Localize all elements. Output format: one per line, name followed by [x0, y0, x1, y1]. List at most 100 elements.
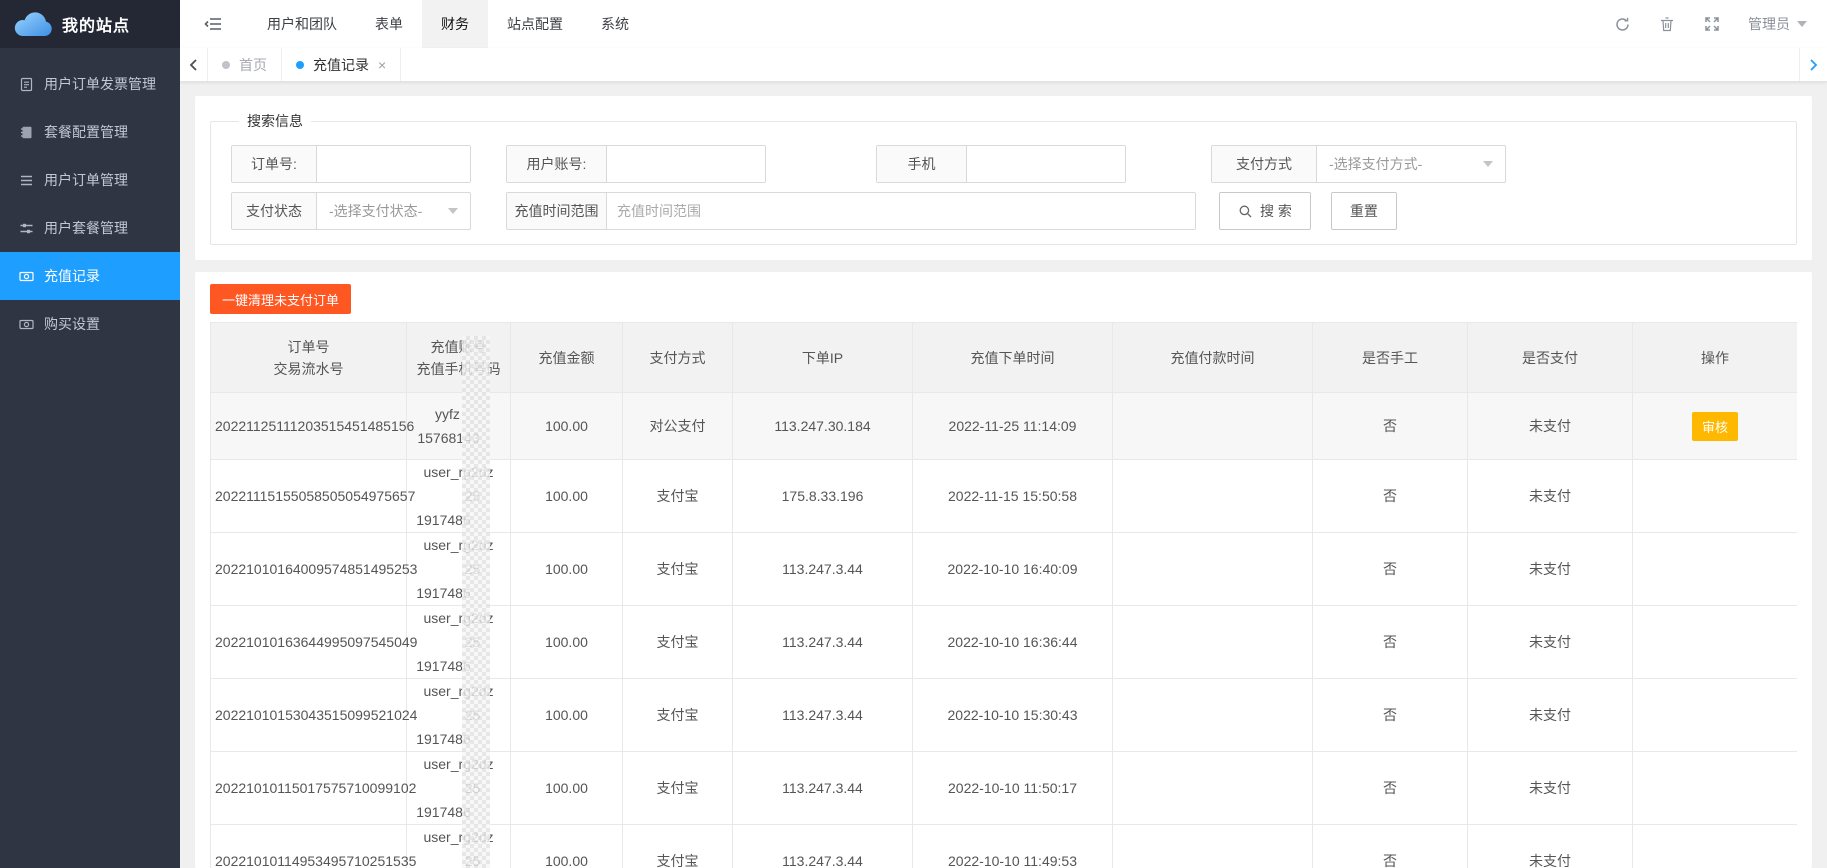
tab-label: 首页	[239, 56, 267, 73]
tab-label: 充值记录	[313, 56, 369, 73]
cell-account: user_rg2dz25 1917486	[406, 459, 511, 533]
col-manual: 是否手工	[1312, 322, 1468, 393]
cloud-logo-icon	[12, 10, 54, 38]
sidebar: 我的站点 用户订单发票管理 套餐配置管理 用户订单管理 用户套餐管理 充值记录 …	[0, 0, 180, 868]
time-range-input[interactable]	[607, 193, 1195, 229]
cell-pay-status: 未支付	[1467, 824, 1633, 868]
cell-manual: 否	[1312, 605, 1468, 679]
tabs-scroll-left-icon[interactable]	[180, 48, 208, 81]
table-row: 20221115155058505054975657 user_rg2dz25 …	[210, 459, 1797, 533]
cell-order-time: 2022-11-25 11:14:09	[912, 392, 1113, 460]
topnav-label: 系统	[601, 16, 629, 32]
tab-recharge-records[interactable]: 充值记录 ×	[282, 48, 402, 81]
recharge-table: 订单号 交易流水号 充值账号 充值手机号码 充值金额 支付方式 下单IP 充值下单时…	[210, 322, 1797, 868]
sidebar-item-label: 用户订单发票管理	[44, 76, 156, 92]
banknote-icon	[18, 316, 34, 332]
cell-manual: 否	[1312, 751, 1468, 825]
cell-ip: 113.247.3.44	[732, 678, 913, 752]
screen: 我的站点 用户订单发票管理 套餐配置管理 用户订单管理 用户套餐管理 充值记录 …	[0, 0, 1827, 868]
cell-ip: 113.247.30.184	[732, 392, 913, 460]
cell-ip: 175.8.33.196	[732, 459, 913, 533]
redacted-text	[471, 660, 501, 674]
account-line1: user_rg2dz25	[423, 464, 494, 504]
cell-pay-status: 未支付	[1467, 751, 1633, 825]
user-account-input[interactable]	[607, 146, 765, 182]
topnav-item-site-config[interactable]: 站点配置	[488, 0, 582, 48]
cell-pay-time	[1112, 532, 1313, 606]
tabs-scroll-right-icon[interactable]	[1799, 48, 1827, 81]
invoice-doc-icon	[18, 76, 34, 92]
cell-order-time: 2022-10-10 11:50:17	[912, 751, 1113, 825]
cell-account: user_rg2dz25 1917486	[406, 824, 511, 868]
sidebar-item-user-package[interactable]: 用户套餐管理	[0, 204, 180, 252]
topnav-label: 财务	[441, 16, 469, 32]
cell-amount: 100.00	[510, 605, 623, 679]
phone-group: 手机	[876, 145, 1126, 183]
fullscreen-icon[interactable]	[1703, 15, 1721, 33]
cell-pay-status: 未支付	[1467, 605, 1633, 679]
cell-ip: 113.247.3.44	[732, 605, 913, 679]
sidebar-item-label: 充值记录	[44, 268, 100, 284]
topbar-right: 管理员	[1613, 14, 1827, 34]
user-account-group: 用户账号:	[506, 145, 766, 183]
account-line1: user_rg2dz25	[423, 610, 494, 650]
table-panel: 一键清理未支付订单 订单号 交易流水号 充值账号 充值手机号码 充值金额 支付方…	[195, 272, 1812, 868]
sidebar-item-recharge-records[interactable]: 充值记录	[0, 252, 180, 300]
logo: 我的站点	[0, 0, 180, 48]
topnav-item-system[interactable]: 系统	[582, 0, 648, 48]
cell-manual: 否	[1312, 532, 1468, 606]
col-pay-status: 是否支付	[1467, 322, 1633, 393]
account-line2: 1917486	[411, 800, 506, 824]
account-line2: 15768143	[411, 426, 506, 450]
time-range-group: 充值时间范围	[506, 192, 1196, 230]
main-area: 用户和团队 表单 财务 站点配置 系统 管理员 首页 充值记录 × 搜索信息 订…	[180, 0, 1827, 868]
search-button[interactable]: 搜 索	[1219, 192, 1311, 230]
phone-label: 手机	[877, 146, 967, 182]
sidebar-item-label: 用户套餐管理	[44, 220, 128, 236]
cell-order-no: 20221115155058505054975657	[210, 459, 415, 533]
account-line1: yyfz	[411, 402, 506, 426]
search-row-2: 支付状态 -选择支付状态- 充值时间范围 充值时间范围 搜 索 重置	[231, 192, 1796, 230]
order-no-input[interactable]	[317, 146, 470, 182]
cell-account: user_rg2dz25 1917486	[406, 605, 511, 679]
tab-close-icon[interactable]: ×	[378, 58, 386, 72]
caret-down-icon	[1483, 161, 1493, 167]
content: 搜索信息 订单号: 用户账号: 手机 支付方式 -选择支付方式- 支付状态 -选…	[180, 82, 1827, 868]
redacted-text	[437, 855, 465, 868]
pay-type-label: 支付方式	[1212, 146, 1317, 182]
order-no-group: 订单号:	[231, 145, 471, 183]
book-icon	[18, 124, 34, 140]
pay-type-select[interactable]: -选择支付方式-	[1317, 146, 1505, 182]
clear-unpaid-orders-button[interactable]: 一键清理未支付订单	[210, 284, 352, 314]
topnav-item-finance[interactable]: 财务	[422, 0, 488, 48]
redacted-text	[471, 733, 501, 747]
sidebar-item-package-config[interactable]: 套餐配置管理	[0, 108, 180, 156]
col-pay-type: 支付方式	[622, 322, 733, 393]
reset-button[interactable]: 重置	[1330, 192, 1397, 230]
account-line2: 1917486	[411, 654, 506, 678]
trash-icon[interactable]	[1658, 15, 1676, 33]
cell-pay-time	[1112, 459, 1313, 533]
cell-pay-time	[1112, 392, 1313, 460]
topnav-item-users-teams[interactable]: 用户和团队	[248, 0, 356, 48]
cell-amount: 100.00	[510, 459, 623, 533]
sidebar-item-user-order[interactable]: 用户订单管理	[0, 156, 180, 204]
redacted-text	[471, 587, 501, 601]
redacted-text	[437, 563, 465, 577]
refresh-icon[interactable]	[1613, 15, 1631, 33]
cell-order-no: 20221010153043515099521024	[210, 678, 417, 752]
admin-menu[interactable]: 管理员	[1748, 14, 1807, 34]
redacted-text	[437, 636, 465, 650]
pay-status-selected-value: -选择支付状态-	[329, 203, 423, 219]
pay-status-select[interactable]: -选择支付状态-	[317, 193, 470, 229]
audit-button[interactable]: 审核	[1691, 411, 1738, 441]
sidebar-item-user-order-invoice[interactable]: 用户订单发票管理	[0, 60, 180, 108]
collapse-menu-icon[interactable]	[204, 14, 224, 34]
pay-status-label: 支付状态	[232, 193, 317, 229]
phone-input[interactable]	[967, 146, 1125, 182]
user-account-label: 用户账号:	[507, 146, 607, 182]
sidebar-item-purchase-settings[interactable]: 购买设置	[0, 300, 180, 348]
topnav-item-forms[interactable]: 表单	[356, 0, 422, 48]
cell-ip: 113.247.3.44	[732, 751, 913, 825]
tab-home[interactable]: 首页	[208, 48, 282, 81]
